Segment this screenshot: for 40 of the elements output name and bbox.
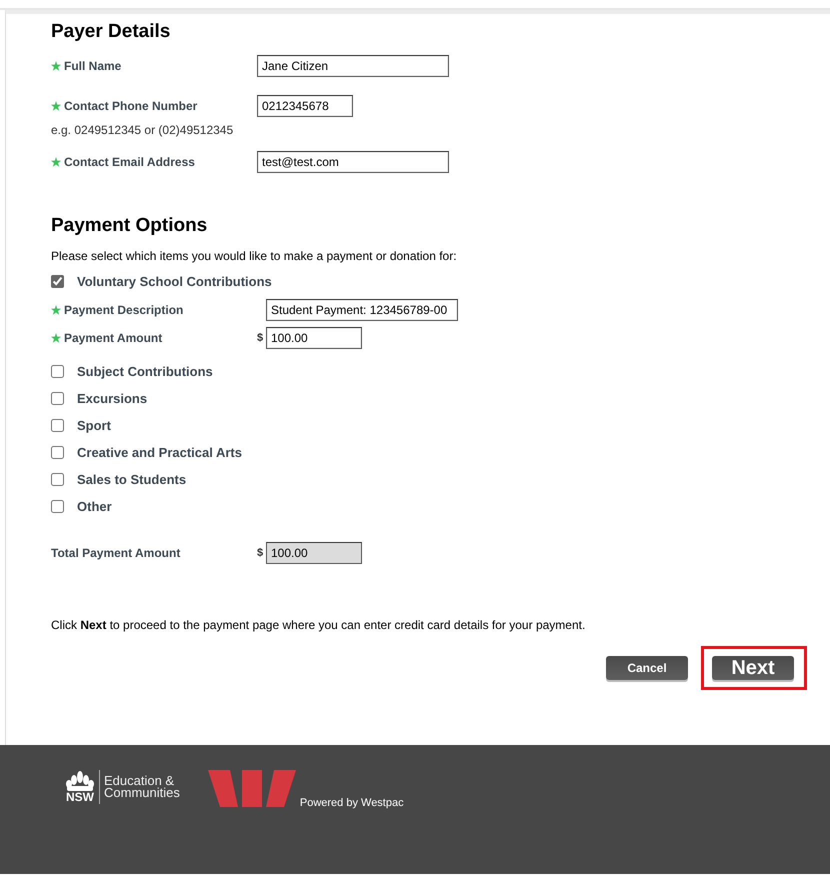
- instruction-text: Please select which items you would like to make a payment or donation for:: [51, 249, 458, 263]
- section-heading: Payer Details: [51, 20, 172, 43]
- section-heading: Payment Options: [51, 215, 208, 237]
- checkbox[interactable]: [51, 392, 64, 405]
- checkbox[interactable]: [51, 446, 64, 459]
- checkbox[interactable]: [51, 500, 64, 513]
- option-label: Excursions: [77, 391, 148, 406]
- logo-text: Communities: [104, 787, 180, 799]
- logo-text: NSW: [66, 791, 94, 803]
- currency-symbol: $: [257, 332, 264, 344]
- checkbox[interactable]: [51, 473, 64, 486]
- waratah-flower-icon: [65, 771, 95, 791]
- option-label: Creative and Practical Arts: [77, 445, 242, 460]
- option-label: Other: [77, 499, 112, 514]
- field-label: Payment Amount: [64, 331, 162, 345]
- cancel-button[interactable]: Cancel: [606, 656, 688, 680]
- checkbox[interactable]: [51, 275, 64, 288]
- option-label: Sport: [77, 418, 111, 433]
- logo-text: Education &: [104, 775, 174, 787]
- option-label: Sales to Students: [77, 472, 186, 487]
- currency-symbol: $: [257, 547, 264, 559]
- input-field[interactable]: 0212345678: [257, 95, 353, 117]
- next-button[interactable]: Next: [712, 656, 794, 680]
- field-label: Full Name: [64, 59, 122, 73]
- powered-by-text: Powered by Westpac: [300, 797, 404, 809]
- field-label: Contact Phone Number: [64, 99, 198, 113]
- instruction-text: Click Next to proceed to the payment page where you can enter credit card details for your payment.: [51, 618, 586, 632]
- option-label: Voluntary School Contributions: [77, 274, 272, 289]
- hint-text: e.g. 0249512345 or (02)49512345: [51, 123, 234, 137]
- option-label: Subject Contributions: [77, 364, 213, 379]
- checkbox[interactable]: [51, 365, 64, 378]
- field-label: Payment Description: [64, 303, 184, 317]
- input-field[interactable]: test@test.com: [257, 151, 449, 173]
- checkbox[interactable]: [51, 419, 64, 432]
- input-field[interactable]: 100.00: [266, 327, 362, 349]
- input-field[interactable]: 100.00: [266, 542, 362, 564]
- field-label: Total Payment Amount: [51, 546, 180, 560]
- field-label: Contact Email Address: [64, 155, 195, 169]
- input-field[interactable]: Jane Citizen: [257, 55, 449, 77]
- input-field[interactable]: Student Payment: 123456789-00: [266, 299, 458, 321]
